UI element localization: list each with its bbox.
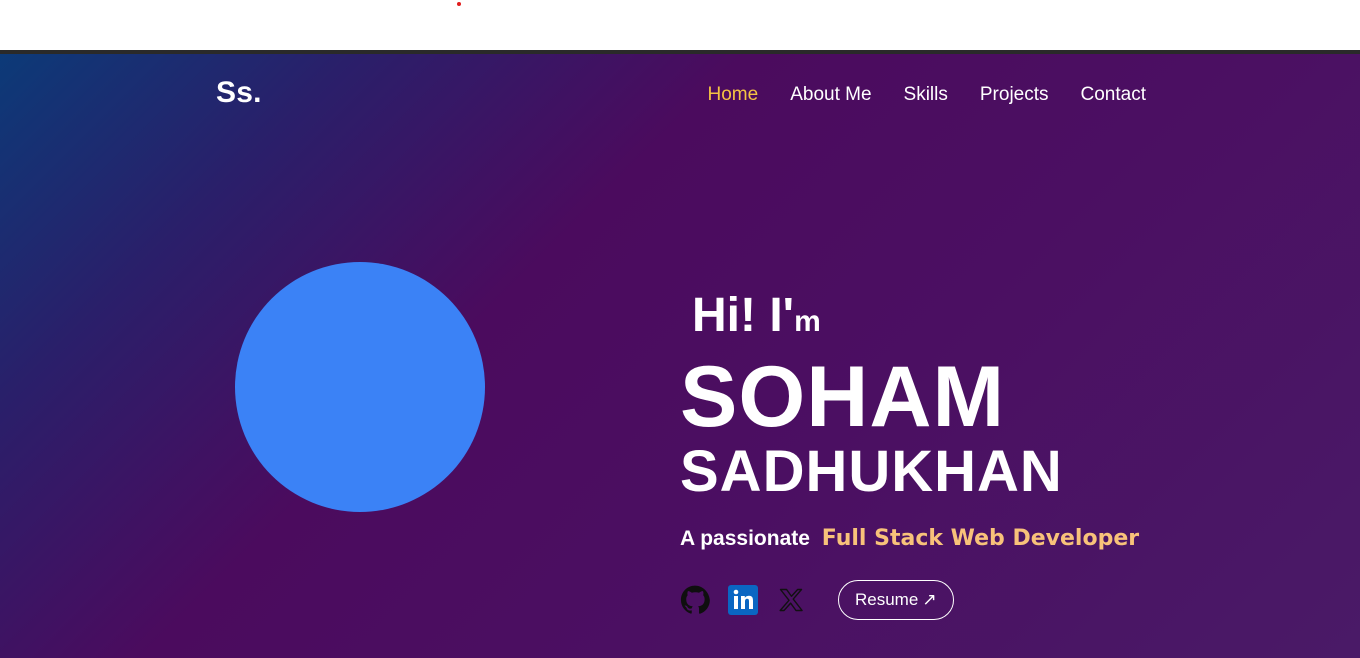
nav-item-skills[interactable]: Skills <box>904 84 948 106</box>
resume-label: Resume <box>855 590 919 609</box>
main-menu: Home About Me Skills Projects Contact <box>708 84 1146 106</box>
greeting-text: Hi! I' <box>692 289 795 342</box>
social-links: Resume ↗ <box>680 580 954 620</box>
nav-item-contact[interactable]: Contact <box>1081 84 1146 106</box>
github-icon <box>680 585 710 614</box>
nav-item-home[interactable]: Home <box>708 84 759 106</box>
github-link[interactable] <box>680 585 710 615</box>
site-logo[interactable]: Ss. <box>216 76 262 110</box>
red-dot-indicator <box>457 2 461 6</box>
last-name: SADHUKHAN <box>680 439 1063 504</box>
profile-avatar <box>235 262 485 512</box>
x-twitter-icon <box>779 588 803 612</box>
x-twitter-link[interactable] <box>776 585 806 615</box>
first-name: SOHAM <box>680 349 1006 445</box>
linkedin-link[interactable] <box>728 585 758 615</box>
linkedin-icon <box>728 585 758 615</box>
tagline-prefix: A passionate <box>680 527 810 550</box>
greeting-heading: Hi! I'm <box>692 292 1240 346</box>
intro-block: Hi! I'm SOHAM SADHUKHAN A passionate Ful… <box>680 292 1240 553</box>
external-link-icon: ↗ <box>922 590 937 609</box>
resume-button[interactable]: Resume ↗ <box>838 580 954 620</box>
navbar: Ss. Home About Me Skills Projects Contac… <box>0 54 1360 134</box>
tagline: A passionate Full Stack Web Developer <box>680 525 1240 553</box>
browser-top-area <box>0 0 1360 50</box>
tagline-role: Full Stack Web Developer <box>821 526 1140 551</box>
hero-section: Ss. Home About Me Skills Projects Contac… <box>0 50 1360 658</box>
nav-item-about-me[interactable]: About Me <box>790 84 871 106</box>
greeting-suffix: m <box>794 305 821 338</box>
nav-item-projects[interactable]: Projects <box>980 84 1049 106</box>
